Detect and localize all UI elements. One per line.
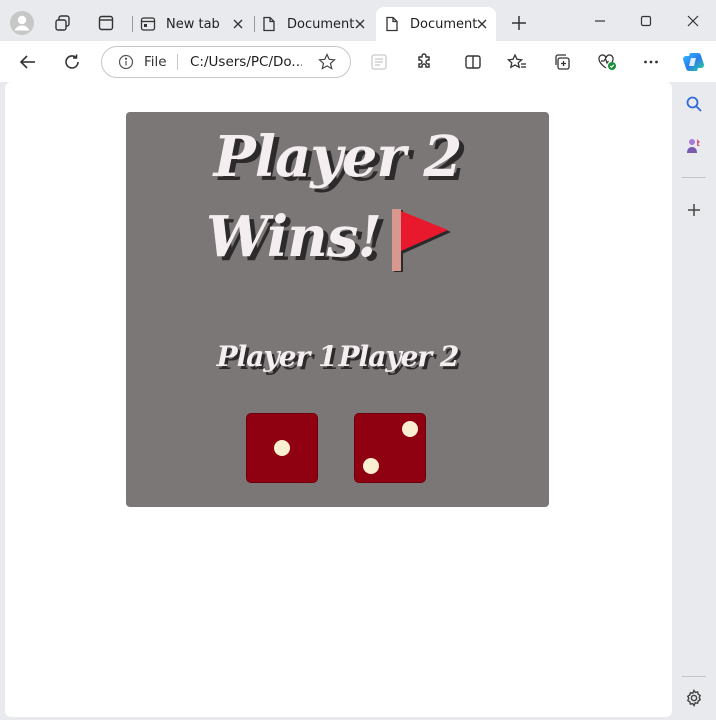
favorite-star-icon[interactable]: [318, 53, 336, 75]
winner-title-line2: Wins!: [205, 204, 382, 270]
reader-view-icon: [363, 46, 395, 78]
refresh-button[interactable]: [56, 46, 88, 78]
tab-label: Document: [287, 16, 355, 32]
extensions-icon[interactable]: [408, 46, 440, 78]
maximize-button[interactable]: [626, 6, 666, 36]
page-viewport: Player 2 Wins! Player 1Player 2: [5, 82, 672, 717]
die-pip: [402, 421, 418, 437]
split-screen-icon[interactable]: [457, 46, 489, 78]
dice-game-card: Player 2 Wins! Player 1Player 2: [126, 112, 549, 507]
browser-essentials-icon[interactable]: [591, 46, 623, 78]
browser-toolbar: File C:/Users/PC/Do...: [0, 41, 716, 82]
search-icon[interactable]: [680, 90, 708, 118]
address-bar[interactable]: File C:/Users/PC/Do...: [101, 46, 351, 78]
tab-label: Document: [410, 16, 478, 32]
favorites-icon[interactable]: [501, 46, 533, 78]
close-tab-icon[interactable]: [474, 16, 490, 32]
tab-document-1[interactable]: Document: [259, 7, 374, 41]
more-menu-icon[interactable]: [635, 46, 667, 78]
collections-icon[interactable]: [546, 46, 578, 78]
scheme-label: File: [144, 54, 167, 70]
die-pip: [363, 458, 379, 474]
new-tab-icon: [140, 16, 156, 32]
minimize-button[interactable]: [580, 6, 620, 36]
document-icon: [384, 16, 400, 32]
player2-die: [355, 414, 425, 482]
site-info-icon[interactable]: [118, 54, 134, 74]
back-button[interactable]: [12, 46, 44, 78]
sidebar-settings-gear-icon[interactable]: [680, 684, 708, 712]
triangular-flag-icon: [391, 208, 455, 278]
tab-actions-icon[interactable]: [91, 8, 121, 38]
tab-document-2[interactable]: Document: [376, 7, 496, 41]
player2-label: Player 2: [338, 340, 460, 373]
url-text: C:/Users/PC/Do...: [190, 54, 302, 70]
player-labels: Player 1Player 2: [126, 340, 549, 373]
close-window-button[interactable]: [673, 6, 713, 36]
chess-game-icon[interactable]: [680, 132, 708, 160]
edge-sidebar: [672, 82, 716, 720]
tab-strip: New tab Document Document: [0, 0, 716, 44]
workspaces-icon[interactable]: [48, 8, 78, 38]
copilot-icon[interactable]: [678, 46, 710, 78]
new-tab-button[interactable]: [504, 8, 534, 38]
player1-die: [247, 414, 317, 482]
die-pip: [274, 440, 290, 456]
close-tab-icon[interactable]: [352, 16, 368, 32]
add-sidebar-app-icon[interactable]: [680, 196, 708, 224]
player1-label: Player 1: [216, 340, 338, 373]
document-icon: [261, 16, 277, 32]
tab-label: New tab: [166, 16, 220, 32]
tab-new-tab[interactable]: New tab: [138, 7, 252, 41]
winner-title-line1: Player 2: [213, 124, 463, 190]
close-tab-icon[interactable]: [230, 16, 246, 32]
profile-avatar-icon[interactable]: [7, 8, 37, 38]
